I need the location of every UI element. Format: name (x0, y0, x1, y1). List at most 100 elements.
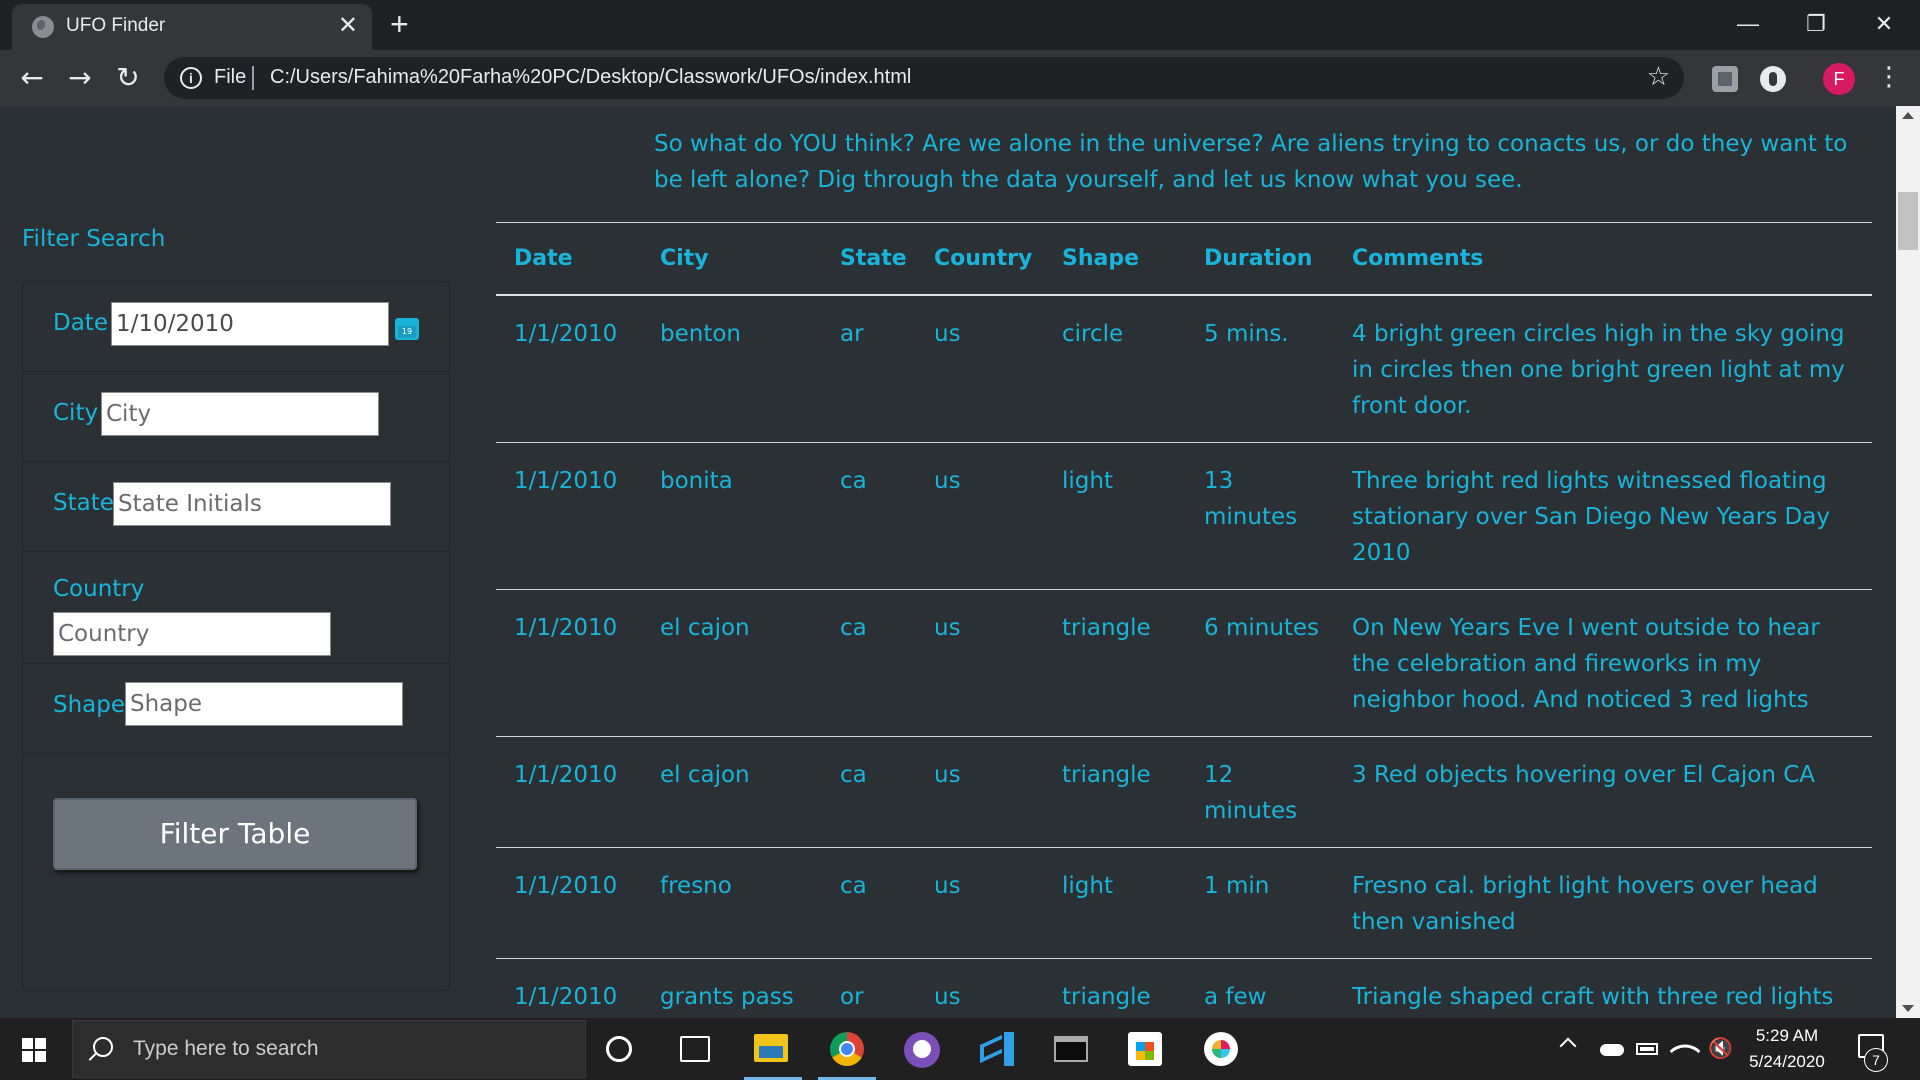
profile-avatar[interactable]: F (1823, 63, 1855, 95)
intro-paragraph: So what do YOU think? Are we alone in th… (654, 131, 1848, 193)
scrollbar-thumb[interactable] (1898, 192, 1918, 250)
country-label: Country (53, 576, 145, 602)
show-hidden-icons-chevron-icon[interactable] (1559, 1037, 1577, 1055)
calendar-icon[interactable]: 19 (395, 318, 419, 340)
page-viewport: So what do YOU think? Are we alone in th… (0, 106, 1896, 1018)
address-separator (252, 66, 254, 90)
reload-button[interactable]: ↻ (110, 60, 146, 96)
cell-duration: 5 mins. (1204, 320, 1289, 347)
cell-shape: light (1062, 467, 1113, 494)
cell-country: us (934, 614, 961, 641)
cell-shape: triangle (1062, 983, 1151, 1010)
city-input[interactable]: City (101, 392, 379, 436)
page-scrollbar[interactable] (1896, 106, 1920, 1018)
cell-duration: 12 minutes (1204, 761, 1298, 824)
file-explorer-icon[interactable] (754, 1034, 788, 1062)
cortana-icon[interactable] (606, 1036, 632, 1062)
cell-date: 1/1/2010 (514, 872, 618, 899)
microsoft-store-icon[interactable] (1128, 1032, 1162, 1066)
filter-table-button[interactable]: Filter Table (53, 798, 417, 870)
cell-date: 1/1/2010 (514, 761, 618, 788)
cell-country: us (934, 872, 961, 899)
cell-state: ar (840, 320, 864, 347)
url-text[interactable]: C:/Users/Fahima%20Farha%20PC/Desktop/Cla… (270, 66, 911, 89)
cell-duration: 13 minutes (1204, 467, 1298, 530)
minimize-button[interactable]: — (1718, 6, 1778, 42)
cell-city: grants pass (660, 983, 794, 1010)
filter-row-state: State State Initials (23, 462, 449, 552)
comment-text: Three bright red lights witnessed floati… (1352, 467, 1830, 566)
shape-input[interactable]: Shape (125, 682, 403, 726)
browser-menu-icon[interactable]: ⋮ (1876, 60, 1902, 94)
info-icon[interactable]: i (180, 67, 202, 89)
filter-search-heading: Filter Search (22, 226, 166, 252)
column-header-duration: Duration (1204, 245, 1313, 271)
slack-icon[interactable] (1204, 1032, 1238, 1066)
cell-state: ca (840, 872, 867, 899)
column-header-city: City (660, 245, 709, 271)
task-view-icon[interactable] (680, 1036, 710, 1062)
onedrive-cloud-icon[interactable] (1600, 1044, 1624, 1056)
date-input[interactable]: 1/10/2010 (111, 302, 389, 346)
clock-date[interactable]: 5/24/2020 (1740, 1052, 1834, 1072)
table-header-row: Date City State Country Shape Duration C… (496, 222, 1872, 295)
github-desktop-icon[interactable] (904, 1032, 940, 1068)
state-input[interactable]: State Initials (113, 482, 391, 526)
comment-text: 3 Red objects hovering over El Cajon CA (1352, 761, 1815, 788)
close-tab-icon[interactable]: ✕ (338, 13, 358, 39)
table-row: 1/1/2010 el cajon ca us triangle 12 minu… (496, 736, 1872, 847)
tab-title: UFO Finder (66, 15, 166, 36)
cell-date: 1/1/2010 (514, 614, 618, 641)
cell-country: us (934, 761, 961, 788)
address-bar[interactable]: i File C:/Users/Fahima%20Farha%20PC/Desk… (164, 57, 1684, 99)
column-header-date: Date (514, 245, 573, 271)
search-icon (93, 1037, 113, 1057)
taskbar-search-placeholder: Type here to search (133, 1037, 319, 1060)
windows-start-icon[interactable] (22, 1038, 46, 1062)
ufo-sightings-table: Date City State Country Shape Duration C… (496, 222, 1872, 1018)
comment-text: Triangle shaped craft with three red lig… (1352, 983, 1834, 1010)
scheme-label: File (214, 66, 247, 88)
clock-time[interactable]: 5:29 AM (1752, 1026, 1822, 1046)
column-header-state: State (840, 245, 907, 271)
forward-button[interactable]: → (62, 60, 98, 96)
cell-state: ca (840, 467, 867, 494)
chrome-icon[interactable] (830, 1032, 864, 1066)
new-tab-button[interactable]: + (390, 6, 409, 43)
table-row: 1/1/2010 benton ar us circle 5 mins. 4 b… (496, 295, 1872, 443)
column-header-country: Country (934, 245, 1033, 271)
restore-button[interactable]: ❐ (1786, 6, 1846, 42)
column-header-comments: Comments (1352, 245, 1484, 271)
country-input[interactable]: Country (53, 612, 331, 656)
volume-muted-icon[interactable]: 🔇 (1708, 1036, 1733, 1061)
cell-city: benton (660, 320, 741, 347)
browser-tab-strip: UFO Finder ✕ + — ❐ ✕ (0, 0, 1920, 50)
filter-row-date: Date 1/10/2010 19 (23, 282, 449, 372)
browser-tab[interactable]: UFO Finder ✕ (12, 4, 372, 50)
battery-icon[interactable] (1636, 1043, 1658, 1055)
wifi-icon[interactable] (1669, 1035, 1701, 1067)
terminal-icon[interactable] (1054, 1036, 1088, 1062)
extension-icon[interactable] (1760, 66, 1786, 92)
bookmark-star-icon[interactable]: ☆ (1647, 62, 1670, 92)
scroll-up-arrow-icon[interactable] (1902, 112, 1914, 119)
table-row: 1/1/2010 bonita ca us light 13 minutes T… (496, 442, 1872, 589)
state-label: State (53, 490, 114, 516)
taskbar-search-box[interactable]: Type here to search (72, 1020, 586, 1078)
table-row: 1/1/2010 fresno ca us light 1 min Fresno… (496, 847, 1872, 958)
vscode-icon[interactable] (980, 1032, 1014, 1066)
close-window-button[interactable]: ✕ (1854, 6, 1914, 42)
table-row: 1/1/2010 grants pass or us triangle a fe… (496, 958, 1872, 1018)
cell-date: 1/1/2010 (514, 983, 618, 1010)
browser-toolbar: ← → ↻ i File C:/Users/Fahima%20Farha%20P… (0, 50, 1920, 106)
back-button[interactable]: ← (14, 60, 50, 96)
filter-row-country: Country Country (23, 552, 449, 664)
scroll-down-arrow-icon[interactable] (1902, 1005, 1914, 1012)
comment-text: 4 bright green circles high in the sky g… (1352, 320, 1845, 419)
extension-icon[interactable] (1712, 66, 1738, 92)
cell-duration: 6 minutes (1204, 614, 1320, 641)
cell-city: el cajon (660, 614, 750, 641)
cell-comments: 4 bright green circles high in the sky g… (1334, 295, 1872, 443)
cell-date: 1/1/2010 (514, 467, 618, 494)
cell-comments: 3 Red objects hovering over El Cajon CA (1334, 736, 1872, 847)
